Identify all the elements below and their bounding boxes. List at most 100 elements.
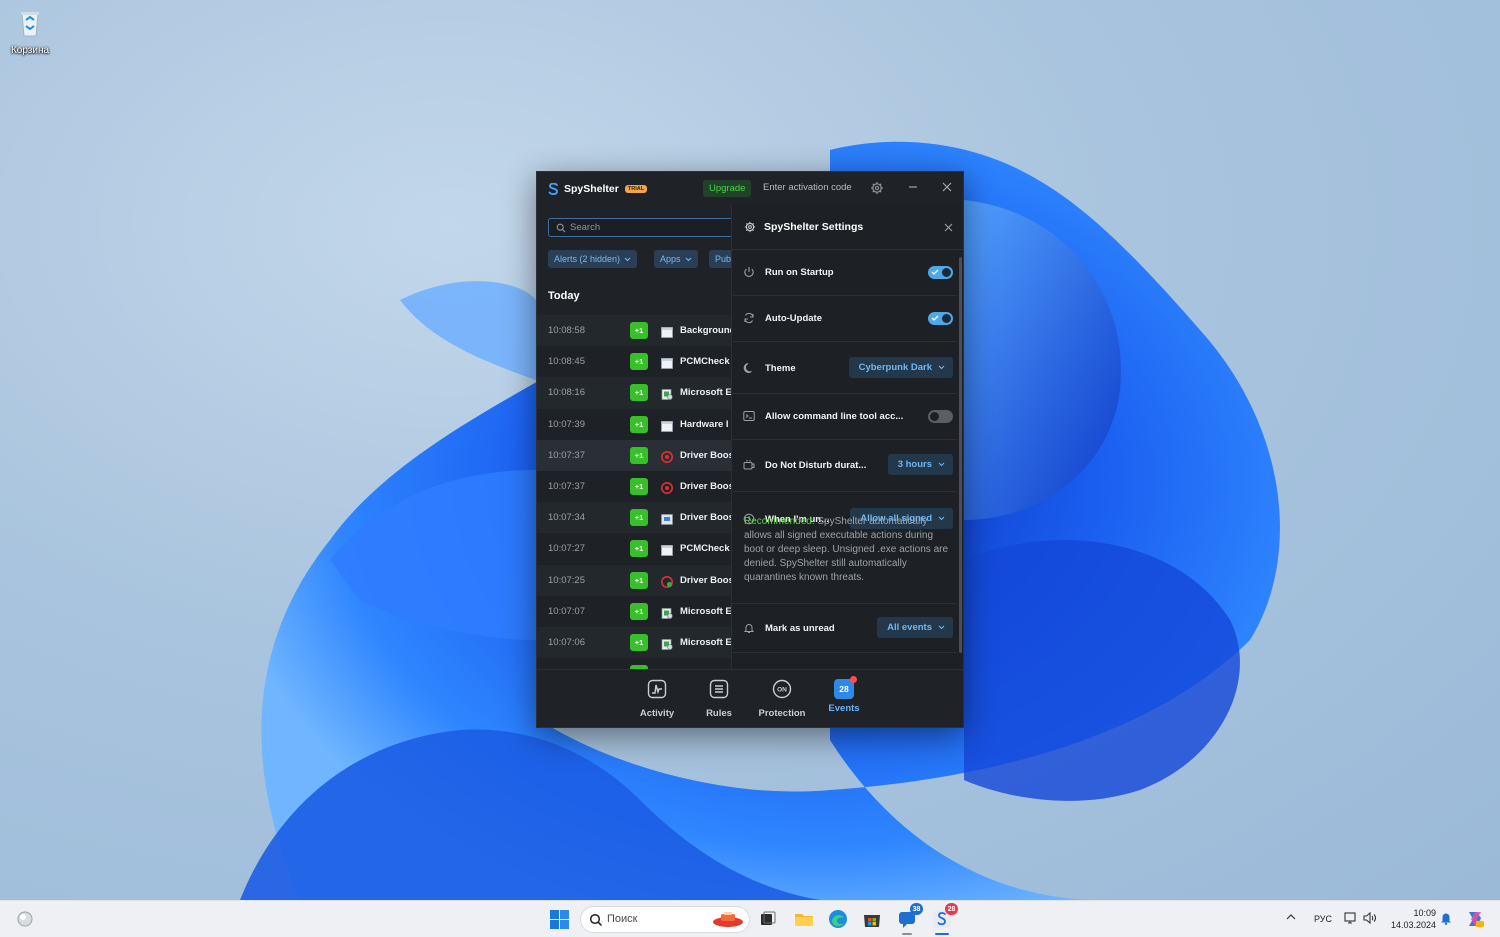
clock-date: 14.03.2024 [1390,920,1436,930]
event-time: 10:07:37 [548,449,585,461]
event-count-badge: +1 [630,322,648,340]
minimize-icon[interactable] [907,181,919,193]
file-explorer-icon[interactable] [794,909,814,929]
theme-dropdown[interactable]: Cyberpunk Dark [848,357,953,378]
auto-update-toggle[interactable] [928,312,953,325]
event-time: 10:07:34 [548,512,585,524]
chevron-down-icon [624,257,631,261]
event-row[interactable]: 10:07:37 +1 Driver Boos [537,439,731,471]
windows-start-icon[interactable] [550,910,569,929]
close-settings-icon[interactable] [944,223,953,232]
upgrade-button[interactable]: Upgrade [703,180,752,197]
dnd-label: Do Not Disturb durat... [765,460,867,471]
title-bar[interactable]: SpyShelter TRIAL Upgrade Enter activatio… [537,172,963,205]
event-count-badge: +1 [630,571,648,589]
event-row[interactable]: 10:07:39 +1 Hardware I [537,408,731,440]
recycle-bin-shortcut[interactable]: Корзина [8,8,52,56]
bottom-navigation: Activity Rules ON Protection 28 Events [537,669,963,727]
event-time: 10:08:45 [548,356,585,368]
mark-unread-dropdown[interactable]: All events [877,617,953,638]
settings-gear-icon[interactable] [870,181,884,195]
chat-notification-badge: 38 [910,903,923,915]
event-row[interactable]: 10:07:34 +1 Driver Boos [537,502,731,534]
edge-browser-icon[interactable] [828,909,848,929]
spyshelter-taskbar-app[interactable]: 28 [932,903,958,935]
input-language-indicator[interactable]: РУС [1314,914,1332,924]
search-highlight-icon [713,912,743,927]
taskbar: 38 28 РУС 10:09 14.03.2024 [0,900,1500,937]
nav-events[interactable]: 28 Events [813,676,875,714]
event-row[interactable]: 10:08:58 +1 Background [537,315,731,347]
nav-activity[interactable]: Activity [626,679,688,719]
events-list-pane: Alerts (2 hidden) Apps Pub Today 10:08:5… [537,205,731,669]
filter-apps-label: Apps [660,254,681,264]
chevron-down-icon [938,462,945,467]
dnd-duration-dropdown[interactable]: 3 hours [887,454,953,475]
mark-unread-value: All events [887,622,932,633]
event-app-name: PCMCheck [680,356,730,368]
rules-list-icon [709,679,729,699]
trial-badge: TRIAL [624,184,648,193]
chat-app[interactable]: 38 [897,903,923,935]
filter-publisher-dropdown[interactable]: Pub [709,250,731,268]
search-box[interactable] [548,218,731,237]
event-row[interactable]: 10:07:27 +1 PCMCheck [537,533,731,565]
taskbar-clock[interactable]: 10:09 14.03.2024 [1384,907,1436,931]
driver-booster-icon [661,450,673,463]
event-app-name: Microsoft E [680,636,731,648]
event-row[interactable]: 10:07:03+1Windows T [537,658,731,669]
event-row[interactable]: 10:08:16 +1 Microsoft E [537,377,731,409]
setting-do-not-disturb: Do Not Disturb durat... 3 hours [732,440,957,492]
weather-widget-icon[interactable] [16,910,34,928]
notification-bell-icon[interactable] [1440,911,1452,925]
network-icon[interactable] [1344,911,1358,925]
settings-scrollbar[interactable] [959,257,962,653]
nav-rules-label: Rules [706,708,732,719]
cmd-access-toggle[interactable] [928,410,953,423]
event-count-badge: +1 [630,353,648,371]
svg-text:ON: ON [777,687,787,694]
dnd-value: 3 hours [897,459,932,470]
search-input[interactable] [570,222,730,233]
event-time: 10:07:07 [548,605,585,617]
close-window-icon[interactable] [941,181,953,193]
event-row[interactable]: 10:07:06 +1 Microsoft E [537,626,731,659]
event-row[interactable]: 10:07:37 +1 Driver Boos [537,470,731,503]
mark-unread-label: Mark as unread [765,623,835,634]
filter-apps-dropdown[interactable]: Apps [654,250,698,268]
chevron-up-icon[interactable] [1286,913,1296,921]
nav-rules[interactable]: Rules [688,679,750,719]
app-green-icon [661,637,673,650]
event-row[interactable]: 10:07:07 +1 Microsoft E [537,595,731,627]
snooze-icon [743,460,755,470]
window-icon [661,325,673,338]
recycle-bin-label: Корзина [10,45,50,56]
run-on-startup-toggle[interactable] [928,266,953,279]
event-row[interactable]: 10:08:45 +1 PCMCheck [537,346,731,378]
event-app-name: Driver Boos [680,512,731,524]
copilot-icon[interactable] [1465,909,1485,929]
event-count-badge: +1 [630,384,648,402]
taskbar-search[interactable] [580,906,750,933]
search-icon [556,223,566,232]
power-icon [744,267,754,277]
nav-protection[interactable]: ON Protection [751,679,813,719]
enter-activation-code-link[interactable]: Enter activation code [763,182,852,193]
settings-panel: SpyShelter Settings Run on Startup Auto-… [731,205,963,669]
filter-alerts-dropdown[interactable]: Alerts (2 hidden) [548,250,638,268]
spyshelter-notification-badge: 28 [945,903,958,915]
microsoft-store-icon[interactable] [862,909,882,929]
setting-theme: Theme Cyberpunk Dark [732,342,957,394]
filter-publisher-label: Pub [715,254,731,264]
taskbar-search-input[interactable] [607,913,697,925]
task-view-icon[interactable] [758,909,778,929]
section-label-today: Today [548,290,580,302]
event-row[interactable]: 10:07:25 +1 Driver Boos [537,564,731,596]
moon-icon [743,362,752,373]
check-icon [931,269,939,275]
setting-run-on-startup: Run on Startup [732,250,957,296]
volume-icon[interactable] [1363,912,1377,924]
recycle-bin-icon [21,12,39,37]
brand-name: SpyShelter [564,182,619,195]
recommendation-label: Recommended: [744,516,815,527]
